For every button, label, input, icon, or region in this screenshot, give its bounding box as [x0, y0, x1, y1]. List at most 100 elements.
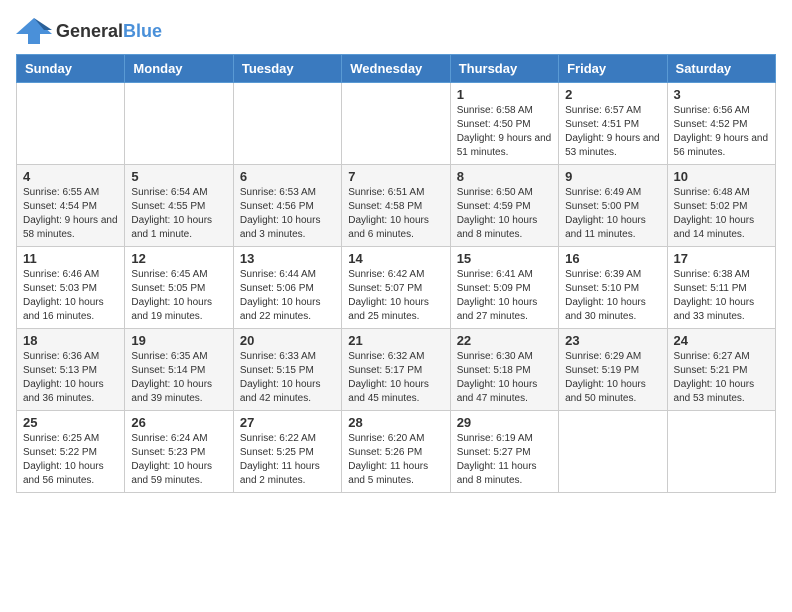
header: GeneralBlue	[16, 16, 776, 46]
day-number: 9	[565, 169, 660, 184]
logo: GeneralBlue	[16, 16, 162, 46]
day-number: 16	[565, 251, 660, 266]
day-info: Sunrise: 6:50 AM Sunset: 4:59 PM Dayligh…	[457, 186, 552, 242]
calendar-cell: 5 Sunrise: 6:54 AM Sunset: 4:55 PM Daylig…	[125, 165, 233, 247]
day-number: 14	[348, 251, 443, 266]
day-info: Sunrise: 6:55 AM Sunset: 4:54 PM Dayligh…	[23, 186, 118, 242]
day-info: Sunrise: 6:53 AM Sunset: 4:56 PM Dayligh…	[240, 186, 335, 242]
day-number: 21	[348, 333, 443, 348]
day-number: 6	[240, 169, 335, 184]
day-number: 13	[240, 251, 335, 266]
day-header: Wednesday	[342, 55, 450, 83]
day-number: 7	[348, 169, 443, 184]
logo-icon	[16, 16, 52, 46]
calendar-cell: 28Sunrise: 6:20 AM Sunset: 5:26 PM Dayli…	[342, 411, 450, 493]
calendar-cell: 24 Sunrise: 6:27 AM Sunset: 5:21 PM Dayli…	[667, 329, 775, 411]
day-info: Sunrise: 6:57 AM Sunset: 4:51 PM Dayligh…	[565, 104, 660, 160]
day-number: 3	[674, 87, 769, 102]
calendar-week-row: 25 Sunrise: 6:25 AM Sunset: 5:22 PM Dayli…	[17, 411, 776, 493]
day-number: 15	[457, 251, 552, 266]
calendar-cell: 6 Sunrise: 6:53 AM Sunset: 4:56 PM Daylig…	[233, 165, 341, 247]
calendar-cell: 19Sunrise: 6:35 AM Sunset: 5:14 PM Dayli…	[125, 329, 233, 411]
logo-text: GeneralBlue	[56, 21, 162, 42]
calendar-table: SundayMondayTuesdayWednesdayThursdayFrid…	[16, 54, 776, 493]
day-number: 26	[131, 415, 226, 430]
day-header: Friday	[559, 55, 667, 83]
day-info: Sunrise: 6:19 AM Sunset: 5:27 PM Dayligh…	[457, 432, 552, 488]
calendar-cell: 3Sunrise: 6:56 AM Sunset: 4:52 PM Daylig…	[667, 83, 775, 165]
day-info: Sunrise: 6:48 AM Sunset: 5:02 PM Dayligh…	[674, 186, 769, 242]
day-info: Sunrise: 6:45 AM Sunset: 5:05 PM Dayligh…	[131, 268, 226, 324]
day-info: Sunrise: 6:49 AM Sunset: 5:00 PM Dayligh…	[565, 186, 660, 242]
day-info: Sunrise: 6:33 AM Sunset: 5:15 PM Dayligh…	[240, 350, 335, 406]
day-info: Sunrise: 6:38 AM Sunset: 5:11 PM Dayligh…	[674, 268, 769, 324]
calendar-cell: 2 Sunrise: 6:57 AM Sunset: 4:51 PM Daylig…	[559, 83, 667, 165]
calendar-cell: 4 Sunrise: 6:55 AM Sunset: 4:54 PM Daylig…	[17, 165, 125, 247]
day-header: Tuesday	[233, 55, 341, 83]
day-number: 17	[674, 251, 769, 266]
day-number: 24	[674, 333, 769, 348]
day-number: 8	[457, 169, 552, 184]
calendar-cell	[667, 411, 775, 493]
calendar-cell: 15 Sunrise: 6:41 AM Sunset: 5:09 PM Dayli…	[450, 247, 558, 329]
calendar-cell: 27 Sunrise: 6:22 AM Sunset: 5:25 PM Dayli…	[233, 411, 341, 493]
calendar-header: SundayMondayTuesdayWednesdayThursdayFrid…	[17, 55, 776, 83]
calendar-cell: 11Sunrise: 6:46 AM Sunset: 5:03 PM Dayli…	[17, 247, 125, 329]
day-info: Sunrise: 6:27 AM Sunset: 5:21 PM Dayligh…	[674, 350, 769, 406]
day-number: 11	[23, 251, 118, 266]
day-info: Sunrise: 6:25 AM Sunset: 5:22 PM Dayligh…	[23, 432, 118, 488]
calendar-cell: 26 Sunrise: 6:24 AM Sunset: 5:23 PM Dayli…	[125, 411, 233, 493]
day-info: Sunrise: 6:54 AM Sunset: 4:55 PM Dayligh…	[131, 186, 226, 242]
calendar-cell: 16 Sunrise: 6:39 AM Sunset: 5:10 PM Dayli…	[559, 247, 667, 329]
day-number: 20	[240, 333, 335, 348]
day-number: 28	[348, 415, 443, 430]
calendar-cell: 13 Sunrise: 6:44 AM Sunset: 5:06 PM Dayli…	[233, 247, 341, 329]
calendar-cell: 1Sunrise: 6:58 AM Sunset: 4:50 PM Daylig…	[450, 83, 558, 165]
calendar-week-row: 4 Sunrise: 6:55 AM Sunset: 4:54 PM Daylig…	[17, 165, 776, 247]
day-number: 23	[565, 333, 660, 348]
calendar-week-row: 1Sunrise: 6:58 AM Sunset: 4:50 PM Daylig…	[17, 83, 776, 165]
day-number: 18	[23, 333, 118, 348]
calendar-cell: 9 Sunrise: 6:49 AM Sunset: 5:00 PM Daylig…	[559, 165, 667, 247]
day-number: 4	[23, 169, 118, 184]
day-number: 29	[457, 415, 552, 430]
day-number: 22	[457, 333, 552, 348]
day-header: Thursday	[450, 55, 558, 83]
day-info: Sunrise: 6:36 AM Sunset: 5:13 PM Dayligh…	[23, 350, 118, 406]
calendar-cell: 25 Sunrise: 6:25 AM Sunset: 5:22 PM Dayli…	[17, 411, 125, 493]
day-info: Sunrise: 6:44 AM Sunset: 5:06 PM Dayligh…	[240, 268, 335, 324]
day-number: 27	[240, 415, 335, 430]
day-number: 2	[565, 87, 660, 102]
day-number: 19	[131, 333, 226, 348]
day-info: Sunrise: 6:32 AM Sunset: 5:17 PM Dayligh…	[348, 350, 443, 406]
calendar-cell: 14 Sunrise: 6:42 AM Sunset: 5:07 PM Dayli…	[342, 247, 450, 329]
day-info: Sunrise: 6:39 AM Sunset: 5:10 PM Dayligh…	[565, 268, 660, 324]
calendar-cell: 10 Sunrise: 6:48 AM Sunset: 5:02 PM Dayli…	[667, 165, 775, 247]
day-number: 5	[131, 169, 226, 184]
day-header: Monday	[125, 55, 233, 83]
calendar-cell	[17, 83, 125, 165]
day-number: 25	[23, 415, 118, 430]
calendar-cell	[125, 83, 233, 165]
calendar-cell: 21 Sunrise: 6:32 AM Sunset: 5:17 PM Dayli…	[342, 329, 450, 411]
day-info: Sunrise: 6:42 AM Sunset: 5:07 PM Dayligh…	[348, 268, 443, 324]
day-info: Sunrise: 6:22 AM Sunset: 5:25 PM Dayligh…	[240, 432, 335, 488]
day-info: Sunrise: 6:29 AM Sunset: 5:19 PM Dayligh…	[565, 350, 660, 406]
calendar-cell: 7 Sunrise: 6:51 AM Sunset: 4:58 PM Daylig…	[342, 165, 450, 247]
calendar-cell	[342, 83, 450, 165]
day-header: Sunday	[17, 55, 125, 83]
day-info: Sunrise: 6:24 AM Sunset: 5:23 PM Dayligh…	[131, 432, 226, 488]
day-number: 12	[131, 251, 226, 266]
day-number: 10	[674, 169, 769, 184]
day-info: Sunrise: 6:51 AM Sunset: 4:58 PM Dayligh…	[348, 186, 443, 242]
calendar-body: 1Sunrise: 6:58 AM Sunset: 4:50 PM Daylig…	[17, 83, 776, 493]
day-info: Sunrise: 6:30 AM Sunset: 5:18 PM Dayligh…	[457, 350, 552, 406]
calendar-cell: 20 Sunrise: 6:33 AM Sunset: 5:15 PM Dayli…	[233, 329, 341, 411]
day-info: Sunrise: 6:41 AM Sunset: 5:09 PM Dayligh…	[457, 268, 552, 324]
day-header: Saturday	[667, 55, 775, 83]
day-number: 1	[457, 87, 552, 102]
calendar-cell: 18 Sunrise: 6:36 AM Sunset: 5:13 PM Dayli…	[17, 329, 125, 411]
calendar-cell: 8 Sunrise: 6:50 AM Sunset: 4:59 PM Daylig…	[450, 165, 558, 247]
calendar-cell: 22 Sunrise: 6:30 AM Sunset: 5:18 PM Dayli…	[450, 329, 558, 411]
calendar-cell: 23 Sunrise: 6:29 AM Sunset: 5:19 PM Dayli…	[559, 329, 667, 411]
